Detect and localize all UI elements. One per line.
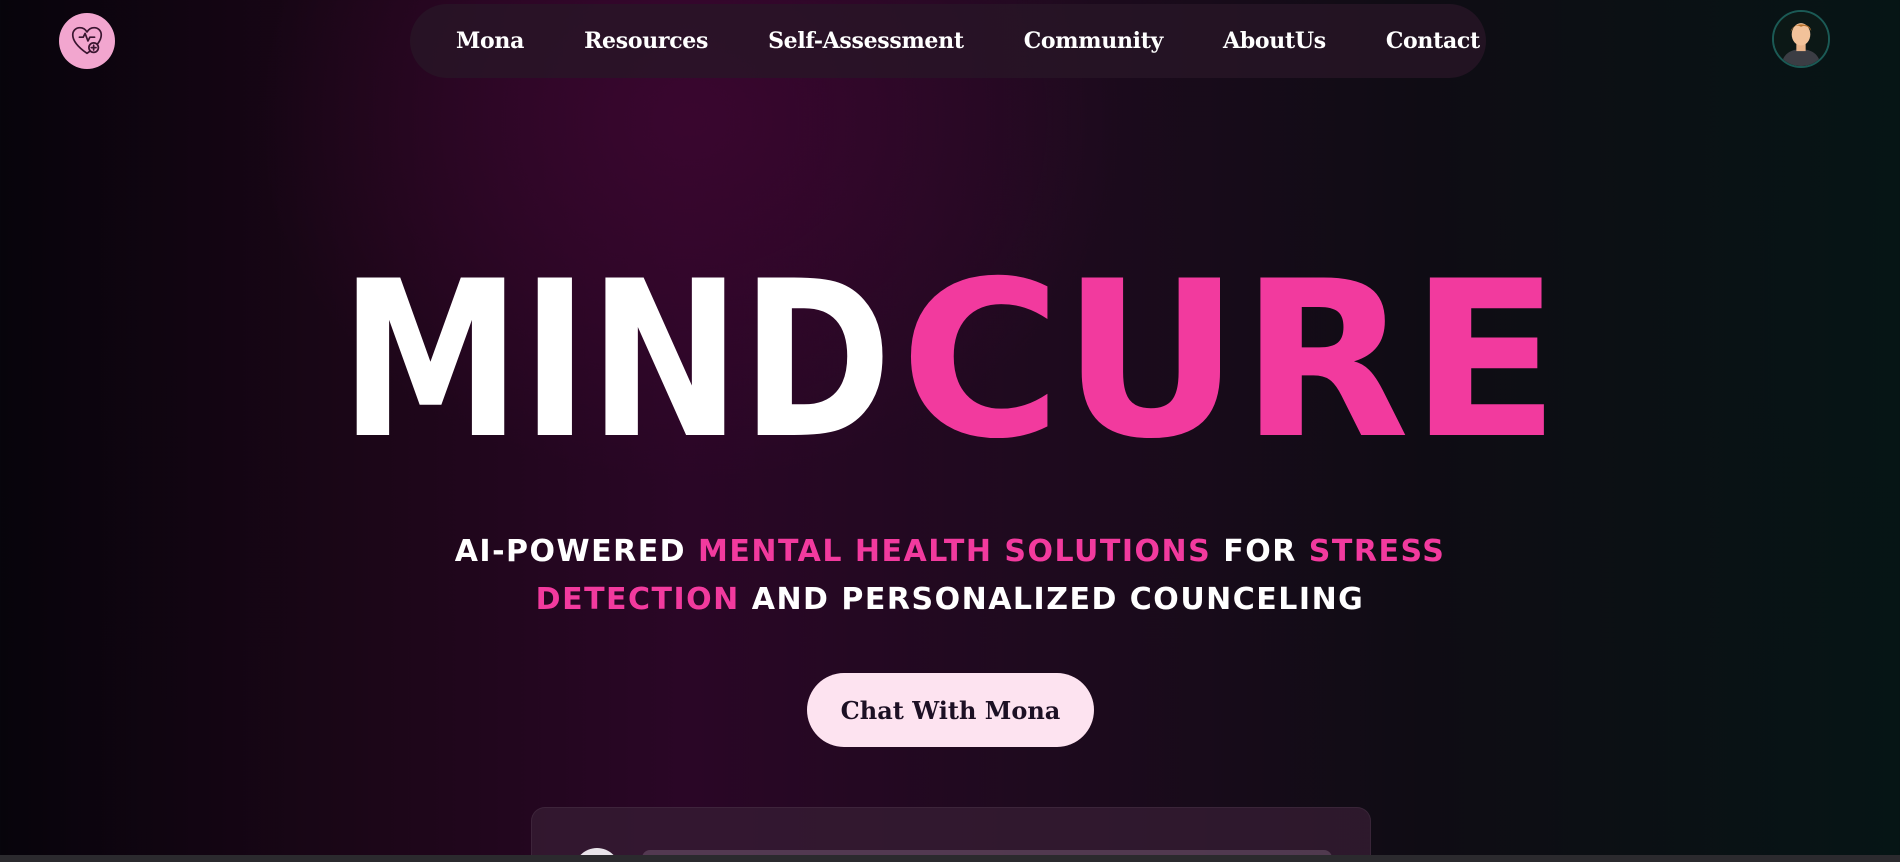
chat-with-mona-button[interactable]: Chat With Mona <box>807 673 1094 747</box>
hero-title-cure: CURE <box>900 272 1560 442</box>
nav-item-resources[interactable]: Resources <box>584 28 708 54</box>
user-avatar-button[interactable] <box>1772 10 1830 68</box>
tagline-mental-health: MENTAL HEALTH SOLUTIONS <box>698 534 1212 569</box>
tagline-for: FOR <box>1223 534 1297 569</box>
tagline-personalized: AND PERSONALIZED COUNCELING <box>751 582 1365 617</box>
hero-title: MIND CURE <box>340 272 1560 442</box>
chat-preview-card <box>531 807 1371 862</box>
hero-tagline: AI-POWERED MENTAL HEALTH SOLUTIONS FOR S… <box>400 528 1500 624</box>
nav-item-mona[interactable]: Mona <box>456 28 524 54</box>
nav-item-about-us[interactable]: AboutUs <box>1223 28 1326 54</box>
nav-item-community[interactable]: Community <box>1024 28 1164 54</box>
hero-title-mind: MIND <box>340 272 892 442</box>
nav-item-self-assessment[interactable]: Self-Assessment <box>768 28 964 54</box>
horizontal-scrollbar[interactable] <box>0 855 1900 862</box>
logo[interactable] <box>59 13 115 69</box>
main-nav: Mona Resources Self-Assessment Community… <box>410 4 1486 78</box>
user-avatar-icon <box>1774 12 1828 66</box>
heart-plus-icon <box>68 22 106 60</box>
nav-item-contact[interactable]: Contact <box>1386 28 1480 54</box>
tagline-ai-powered: AI-POWERED <box>454 534 687 569</box>
